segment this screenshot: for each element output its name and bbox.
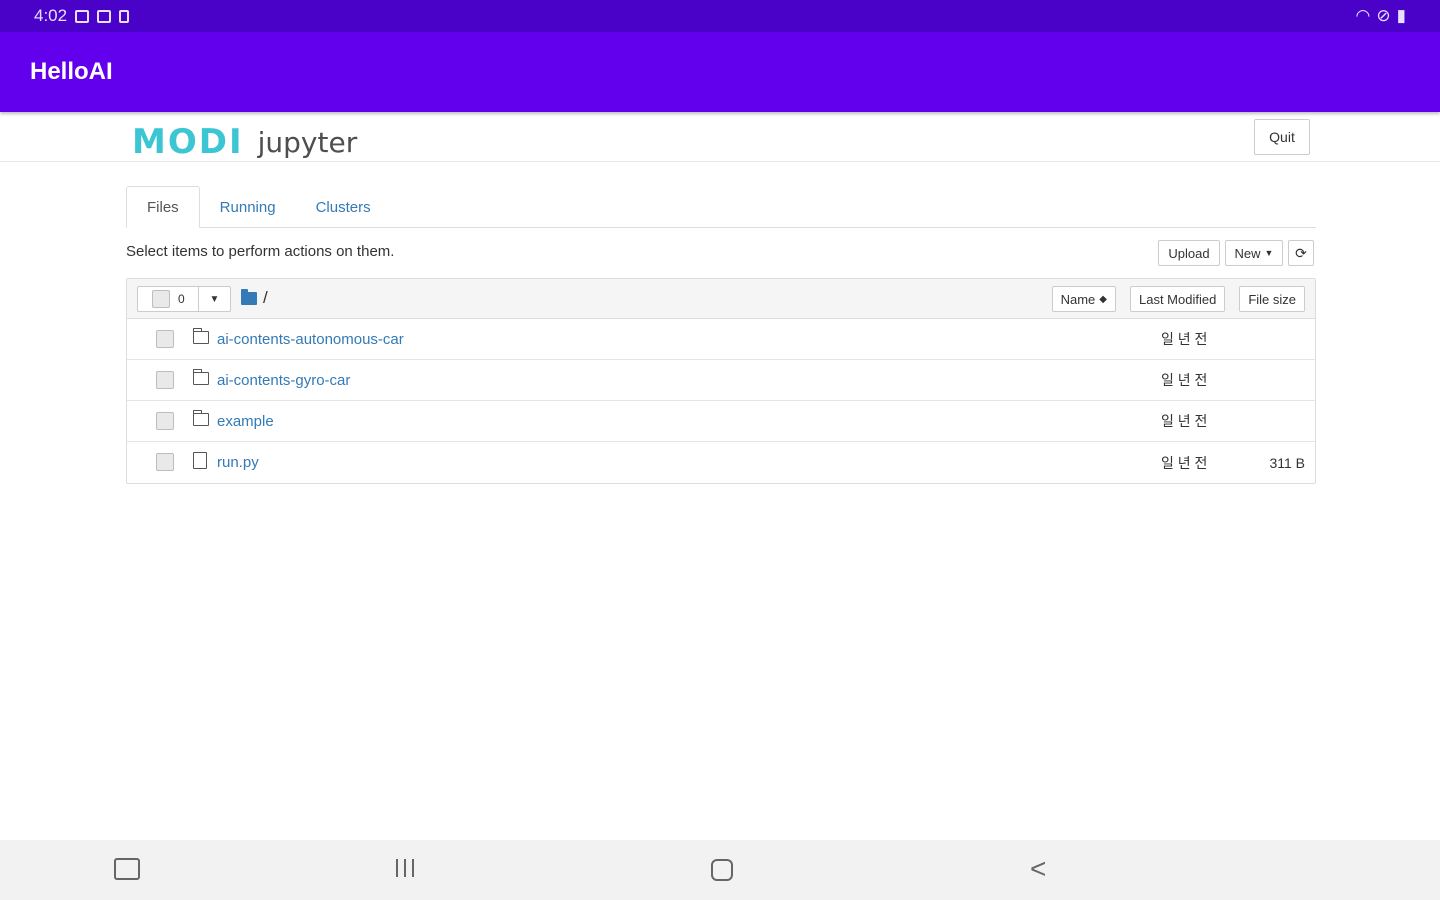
breadcrumb-root[interactable]: / [263, 288, 268, 308]
new-button-label: New [1234, 245, 1261, 261]
list-item[interactable]: example 일 년 전 [127, 401, 1315, 442]
select-dropdown[interactable]: ▼ [199, 286, 231, 312]
file-list-header: 0 ▼ / Name ◆ Last Modified File size [127, 279, 1315, 319]
item-checkbox[interactable] [156, 453, 174, 471]
home-icon[interactable] [711, 859, 733, 881]
status-time: 4:02 [34, 6, 68, 25]
list-item[interactable]: ai-contents-autonomous-car 일 년 전 [127, 319, 1315, 360]
sort-size-button[interactable]: File size [1239, 286, 1305, 312]
item-name-link[interactable]: ai-contents-autonomous-car [217, 331, 404, 348]
wifi-icon: ◠ [1355, 6, 1371, 25]
item-checkbox[interactable] [156, 330, 174, 348]
select-all-group: 0 ▼ [137, 286, 231, 312]
status-right: ◠ ⊘ ▮ [1356, 6, 1406, 26]
list-item[interactable]: run.py 일 년 전 311 B [127, 442, 1315, 483]
refresh-button[interactable]: ⟳ [1288, 240, 1314, 266]
jupyter-header: MODI jupyter Quit [0, 112, 1440, 162]
item-checkbox[interactable] [156, 371, 174, 389]
select-all-box[interactable]: 0 [137, 286, 199, 312]
selection-hint: Select items to perform actions on them. [126, 243, 395, 260]
item-modified: 일 년 전 [1161, 413, 1208, 429]
item-name-link[interactable]: ai-contents-gyro-car [217, 372, 350, 389]
upload-button[interactable]: Upload [1158, 240, 1220, 266]
folder-icon [192, 410, 209, 431]
refresh-icon: ⟳ [1295, 244, 1307, 261]
recent-apps-icon[interactable] [396, 859, 414, 877]
file-actions: Upload New ▼ ⟳ [1158, 240, 1314, 266]
screen-toggle-icon[interactable] [114, 858, 140, 880]
item-checkbox[interactable] [156, 412, 174, 430]
new-button[interactable]: New ▼ [1225, 240, 1283, 266]
app-bar: HelloAI [0, 32, 1440, 112]
sort-icon: ◆ [1099, 293, 1107, 305]
item-modified: 일 년 전 [1161, 372, 1208, 388]
list-item[interactable]: ai-contents-gyro-car 일 년 전 [127, 360, 1315, 401]
folder-icon [241, 288, 257, 305]
app-title: HelloAI [30, 58, 113, 85]
item-name-link[interactable]: example [217, 413, 274, 430]
folder-icon [192, 369, 209, 390]
file-list: 0 ▼ / Name ◆ Last Modified File size ai-… [126, 278, 1316, 484]
jupyter-logo: jupyter [257, 125, 358, 159]
device-notification-icon [119, 9, 130, 23]
file-icon [193, 452, 207, 474]
item-size: 311 B [1269, 454, 1305, 471]
modi-logo: MODI [132, 122, 244, 162]
caret-down-icon: ▼ [1264, 248, 1274, 258]
sort-name-label: Name [1060, 291, 1096, 307]
caret-down-icon: ▼ [209, 293, 220, 305]
battery-icon: ▮ [1396, 6, 1406, 25]
select-all-checkbox[interactable] [152, 290, 170, 308]
status-left: 4:02 [34, 6, 130, 26]
breadcrumb[interactable]: / [241, 288, 268, 308]
sort-name-button[interactable]: Name ◆ [1051, 286, 1116, 312]
navigation-bar: < [0, 840, 1440, 900]
image-notification-icon [97, 9, 112, 23]
quit-button[interactable]: Quit [1254, 119, 1310, 155]
logo[interactable]: MODI jupyter [132, 122, 357, 162]
item-modified: 일 년 전 [1161, 331, 1208, 347]
tab-bar: Files Running Clusters [126, 186, 1316, 228]
tab-files[interactable]: Files [126, 186, 200, 228]
status-bar: 4:02 ◠ ⊘ ▮ [0, 0, 1440, 32]
gallery-notification-icon [75, 9, 90, 23]
sort-buttons: Name ◆ Last Modified File size [1051, 286, 1305, 312]
tab-clusters[interactable]: Clusters [296, 186, 391, 228]
item-name-link[interactable]: run.py [217, 454, 259, 471]
do-not-disturb-icon: ⊘ [1376, 6, 1391, 25]
tab-running[interactable]: Running [200, 186, 296, 228]
back-icon[interactable]: < [1030, 853, 1046, 885]
item-modified: 일 년 전 [1161, 454, 1208, 471]
selected-count: 0 [178, 292, 185, 306]
folder-icon [192, 328, 209, 349]
sort-modified-button[interactable]: Last Modified [1129, 286, 1226, 312]
